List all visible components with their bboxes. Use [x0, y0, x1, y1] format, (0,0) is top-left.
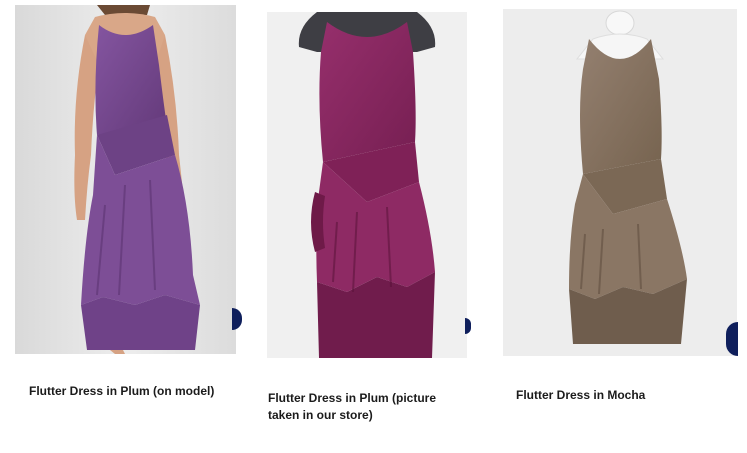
- mocha-dress-image: [503, 9, 737, 356]
- product-caption-plum-model: Flutter Dress in Plum (on model): [29, 384, 215, 398]
- product-photo-plum-model[interactable]: [15, 5, 236, 354]
- product-photo-plum-store[interactable]: [267, 12, 467, 358]
- product-photo-mocha[interactable]: [503, 9, 737, 356]
- cropped-badge-icon: [465, 318, 471, 334]
- dress-on-model-image: [15, 5, 236, 354]
- product-caption-mocha: Flutter Dress in Mocha: [516, 388, 646, 402]
- cropped-badge-icon: [726, 322, 738, 356]
- product-caption-plum-store: Flutter Dress in Plum (picture taken in …: [268, 391, 437, 422]
- cropped-badge-icon: [232, 308, 242, 330]
- dress-in-store-image: [267, 12, 467, 358]
